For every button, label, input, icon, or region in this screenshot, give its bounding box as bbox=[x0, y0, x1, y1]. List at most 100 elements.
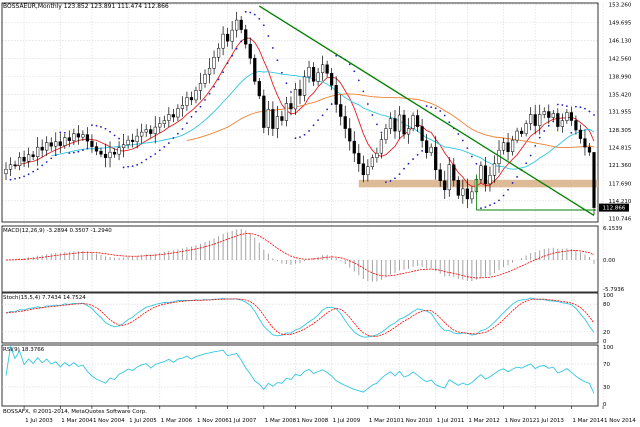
y-tick-label: 117.690 bbox=[609, 181, 632, 187]
psar-dot bbox=[104, 127, 107, 130]
rsi-tick-label: 70 bbox=[603, 362, 610, 368]
psar-dot bbox=[434, 107, 437, 110]
psar-dot bbox=[480, 207, 482, 209]
candle-body bbox=[144, 129, 148, 133]
psar-dot bbox=[154, 153, 157, 155]
candle-body bbox=[411, 115, 415, 129]
candle-body bbox=[388, 118, 393, 129]
candle-body bbox=[366, 166, 370, 176]
candle-body bbox=[198, 83, 203, 91]
psar-dot bbox=[68, 152, 71, 155]
candle-body bbox=[375, 152, 379, 158]
candle-body bbox=[492, 163, 497, 176]
chart-title: BOSSAEUR,Monthly 123.852 123.891 111.474… bbox=[3, 3, 169, 10]
chart-canvas: 110.746114.210117.690121.360124.815128.3… bbox=[0, 0, 640, 427]
psar-dot bbox=[172, 137, 175, 139]
x-tick-label: 1 Jul 2007 bbox=[229, 418, 257, 424]
psar-dot bbox=[430, 106, 433, 109]
psar-dot bbox=[575, 105, 577, 108]
candle-body bbox=[293, 89, 298, 110]
psar-dot bbox=[357, 79, 360, 82]
x-tick-label: 1 Jul 2013 bbox=[536, 418, 564, 424]
candle-body bbox=[592, 152, 596, 208]
candle-body bbox=[54, 141, 58, 147]
psar-dot bbox=[281, 71, 283, 74]
candle-body bbox=[266, 109, 270, 128]
candle-body bbox=[302, 76, 307, 96]
candle-body bbox=[121, 144, 126, 148]
candle-body bbox=[465, 188, 469, 200]
psar-dot bbox=[213, 85, 215, 88]
psar-dot bbox=[443, 114, 446, 117]
candle-body bbox=[348, 128, 352, 142]
psar-dot bbox=[140, 161, 143, 164]
psar-dot bbox=[543, 130, 546, 132]
candle-body bbox=[397, 114, 402, 132]
candle-body bbox=[194, 90, 198, 101]
psar-dot bbox=[86, 147, 89, 150]
candle-body bbox=[275, 116, 279, 129]
psar-dot bbox=[448, 121, 451, 124]
candle-body bbox=[438, 169, 442, 182]
macd-tick-label: 6.1539 bbox=[603, 226, 623, 232]
psar-dot bbox=[375, 123, 378, 126]
psar-dot bbox=[416, 153, 419, 156]
candle-body bbox=[533, 114, 537, 126]
candle-body bbox=[316, 72, 320, 82]
psar-dot bbox=[235, 47, 238, 50]
candle-body bbox=[334, 85, 338, 105]
candle-body bbox=[103, 153, 108, 158]
candle-body bbox=[330, 73, 334, 86]
psar-dot bbox=[403, 167, 405, 170]
y-tick-label: 149.695 bbox=[609, 21, 632, 27]
candle-body bbox=[58, 141, 62, 146]
psar-dot bbox=[136, 163, 139, 166]
psar-dot bbox=[389, 180, 392, 182]
support-zone bbox=[358, 179, 598, 188]
candle-body bbox=[171, 114, 175, 118]
candle-body bbox=[420, 126, 424, 141]
candle-body bbox=[339, 104, 343, 117]
psar-dot bbox=[36, 168, 39, 171]
candle-body bbox=[501, 142, 506, 151]
psar-dot bbox=[63, 131, 66, 134]
candle-body bbox=[49, 142, 53, 147]
psar-dot bbox=[502, 194, 505, 197]
y-tick-label: 128.305 bbox=[609, 128, 632, 134]
candle-body bbox=[479, 165, 483, 180]
candle-body bbox=[569, 112, 573, 121]
psar-dot bbox=[353, 70, 356, 73]
candle-body bbox=[17, 156, 22, 166]
psar-dot bbox=[109, 130, 111, 133]
psar-dot bbox=[14, 177, 16, 180]
candle-body bbox=[520, 130, 524, 134]
candle-body bbox=[379, 139, 384, 154]
psar-dot bbox=[267, 35, 270, 37]
psar-dot bbox=[23, 175, 25, 178]
psar-dot bbox=[199, 105, 202, 108]
psar-dot bbox=[54, 154, 57, 157]
psar-dot bbox=[538, 136, 541, 139]
candle-body bbox=[8, 164, 13, 170]
candle-body bbox=[167, 114, 171, 121]
background bbox=[0, 0, 640, 427]
psar-dot bbox=[240, 40, 243, 43]
y-tick-label: 121.360 bbox=[609, 163, 632, 169]
psar-dot bbox=[425, 105, 428, 107]
y-tick-label: 138.990 bbox=[609, 74, 632, 80]
candle-body bbox=[510, 139, 515, 152]
psar-dot bbox=[72, 151, 75, 154]
candle-body bbox=[162, 120, 166, 124]
psar-dot bbox=[466, 147, 469, 149]
candle-body bbox=[470, 191, 474, 200]
candle-body bbox=[298, 89, 302, 96]
rsi-label: RSI(9) 18.3766 bbox=[3, 347, 45, 353]
candle-body bbox=[434, 146, 438, 171]
candle-body bbox=[140, 131, 144, 137]
candle-body bbox=[67, 137, 71, 141]
psar-dot bbox=[421, 150, 424, 152]
psar-dot bbox=[312, 124, 315, 127]
candle-body bbox=[402, 114, 406, 135]
macd-label: MACD(12,26,9) -3.2894 0.3507 -1.2940 bbox=[3, 228, 112, 234]
psar-dot bbox=[118, 137, 120, 140]
